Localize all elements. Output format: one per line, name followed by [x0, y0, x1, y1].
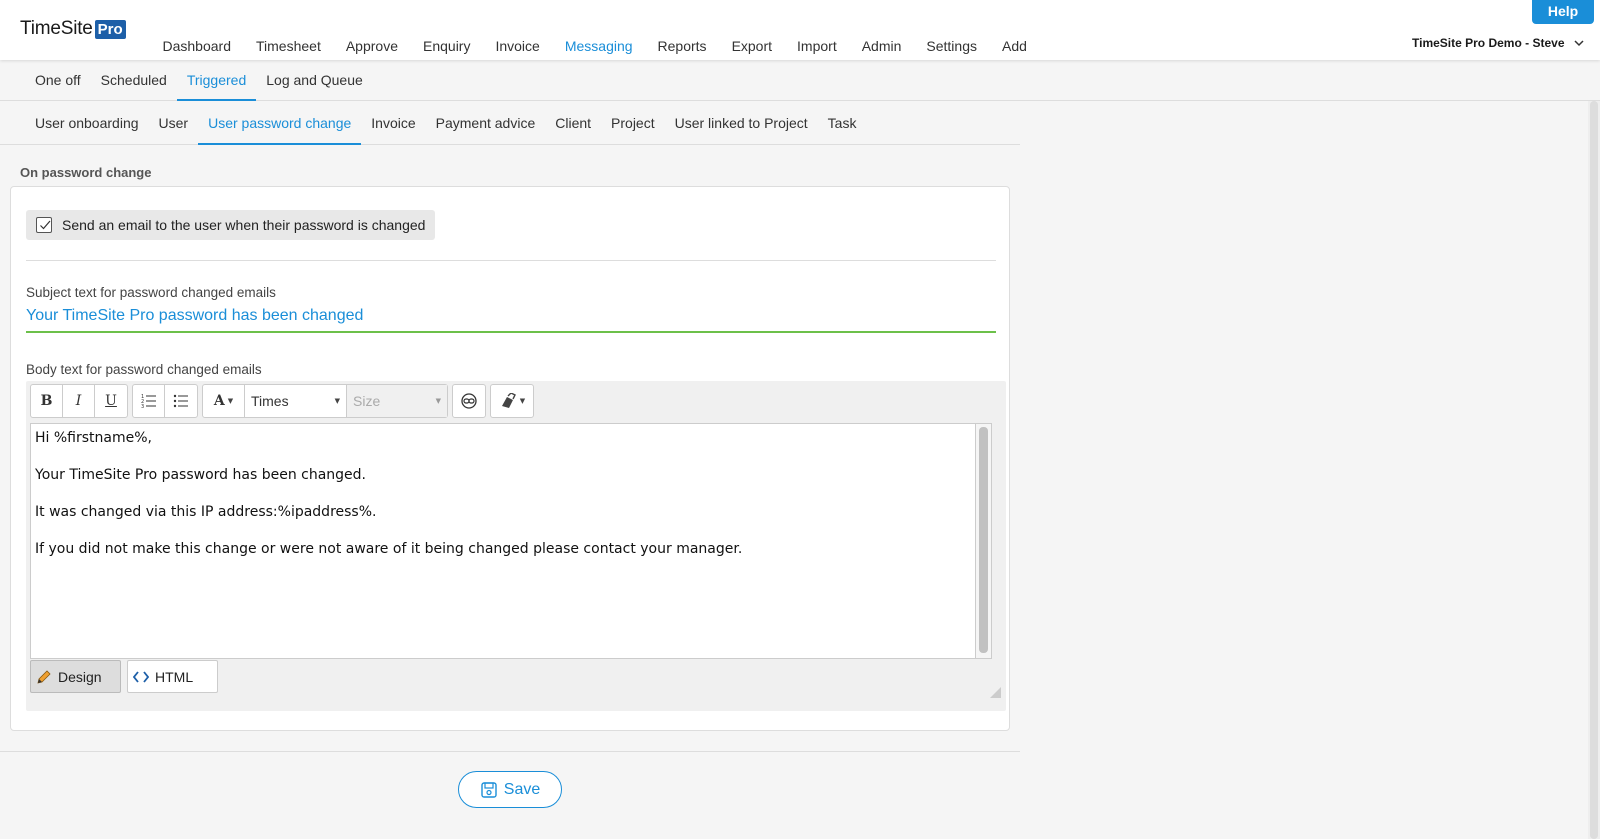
- tab-project[interactable]: Project: [601, 101, 665, 144]
- tab-user-password-change[interactable]: User password change: [198, 101, 362, 145]
- design-mode-label: Design: [58, 668, 102, 685]
- send-email-checkbox[interactable]: [36, 217, 52, 233]
- nav-settings[interactable]: Settings: [914, 38, 990, 54]
- tab-task[interactable]: Task: [818, 101, 867, 144]
- save-button[interactable]: Save: [458, 771, 562, 808]
- bold-icon[interactable]: B: [31, 385, 63, 417]
- clear-group: ▼: [490, 384, 534, 418]
- body-paragraph: It was changed via this IP address:%ipad…: [35, 504, 377, 520]
- footer-divider: [0, 751, 1020, 752]
- help-button[interactable]: Help: [1532, 0, 1594, 24]
- code-icon: [133, 670, 149, 683]
- nav-timesheet[interactable]: Timesheet: [244, 38, 334, 54]
- nav-approve[interactable]: Approve: [333, 38, 410, 54]
- trigger-type-tabs: User onboarding User User password chang…: [0, 101, 1020, 145]
- messaging-type-tabs: One off Scheduled Triggered Log and Queu…: [0, 60, 1600, 101]
- italic-icon[interactable]: I: [63, 385, 95, 417]
- user-menu-label: TimeSite Pro Demo - Steve: [1412, 36, 1565, 50]
- subject-label: Subject text for password changed emails: [26, 285, 276, 300]
- body-paragraph: If you did not make this change or were …: [35, 541, 743, 557]
- nav-invoice[interactable]: Invoice: [483, 38, 552, 54]
- divider: [26, 260, 996, 261]
- send-email-checkbox-label: Send an email to the user when their pas…: [62, 217, 426, 233]
- tab-one-off[interactable]: One off: [25, 60, 91, 100]
- chevron-down-icon: [1573, 40, 1584, 47]
- checkmark-icon: [40, 220, 51, 230]
- app-logo[interactable]: TimeSite Pro: [20, 18, 126, 40]
- brand-name: TimeSite: [20, 18, 93, 39]
- rich-text-editor: B I U 123 A ▼ Times ▼ Size ▼ ▼ Hi %first…: [26, 381, 1006, 711]
- link-icon[interactable]: [453, 385, 485, 417]
- pencil-icon: [37, 669, 51, 684]
- design-mode-button[interactable]: Design: [30, 660, 121, 693]
- html-mode-label: HTML: [155, 668, 194, 685]
- link-group: [452, 384, 486, 418]
- page-scrollbar[interactable]: [1588, 101, 1600, 839]
- main-nav: Dashboard Timesheet Approve Enquiry Invo…: [150, 38, 1039, 54]
- save-label: Save: [503, 780, 541, 798]
- list-group: 123: [132, 384, 198, 418]
- tab-client[interactable]: Client: [545, 101, 601, 144]
- tab-triggered[interactable]: Triggered: [176, 60, 257, 101]
- brand-badge: Pro: [94, 19, 126, 39]
- editor-scrollbar-thumb[interactable]: [979, 427, 988, 653]
- tab-invoice[interactable]: Invoice: [361, 101, 425, 144]
- nav-add[interactable]: Add: [990, 38, 1040, 54]
- font-name-select[interactable]: Times ▼: [245, 385, 347, 417]
- ordered-list-icon[interactable]: 123: [133, 385, 165, 417]
- unordered-list-icon[interactable]: [165, 385, 197, 417]
- subject-input[interactable]: [26, 301, 996, 333]
- editor-scrollbar[interactable]: [976, 423, 992, 659]
- top-header: TimeSite Pro Dashboard Timesheet Approve…: [0, 0, 1600, 60]
- nav-dashboard[interactable]: Dashboard: [150, 38, 244, 54]
- body-edit-area[interactable]: Hi %firstname%, Your TimeSite Pro passwo…: [30, 423, 976, 659]
- nav-export[interactable]: Export: [719, 38, 784, 54]
- page-scrollbar-thumb[interactable]: [1590, 101, 1598, 839]
- body-paragraph: Your TimeSite Pro password has been chan…: [35, 467, 366, 483]
- nav-enquiry[interactable]: Enquiry: [411, 38, 483, 54]
- tab-user[interactable]: User: [149, 101, 199, 144]
- format-group: B I U: [30, 384, 128, 418]
- tab-user-onboarding[interactable]: User onboarding: [25, 101, 149, 144]
- nav-import[interactable]: Import: [785, 38, 850, 54]
- font-size-placeholder: Size: [353, 393, 381, 409]
- nav-reports[interactable]: Reports: [645, 38, 719, 54]
- nav-messaging[interactable]: Messaging: [552, 38, 645, 54]
- tab-log-and-queue[interactable]: Log and Queue: [256, 60, 373, 100]
- resize-handle-icon[interactable]: [988, 685, 1002, 699]
- font-group: A ▼ Times ▼ Size ▼: [202, 384, 448, 418]
- body-label: Body text for password changed emails: [26, 362, 262, 377]
- tab-user-linked-to-project[interactable]: User linked to Project: [665, 101, 818, 144]
- clear-format-icon[interactable]: ▼: [491, 385, 533, 417]
- section-title: On password change: [20, 165, 152, 180]
- font-size-select[interactable]: Size ▼: [347, 385, 447, 417]
- tab-scheduled[interactable]: Scheduled: [91, 60, 177, 100]
- font-color-icon[interactable]: A ▼: [203, 385, 245, 417]
- nav-admin[interactable]: Admin: [849, 38, 914, 54]
- password-change-panel: Send an email to the user when their pas…: [10, 186, 1010, 731]
- save-icon: [481, 781, 497, 798]
- svg-text:3: 3: [141, 404, 144, 409]
- font-name-value: Times: [251, 393, 289, 409]
- user-menu[interactable]: TimeSite Pro Demo - Steve: [1412, 36, 1585, 50]
- send-email-checkbox-row[interactable]: Send an email to the user when their pas…: [26, 210, 436, 240]
- underline-icon[interactable]: U: [95, 385, 127, 417]
- editor-toolbar: B I U 123 A ▼ Times ▼ Size ▼ ▼: [30, 384, 538, 418]
- tab-payment-advice[interactable]: Payment advice: [426, 101, 546, 144]
- html-mode-button[interactable]: HTML: [127, 660, 218, 693]
- body-paragraph: Hi %firstname%,: [35, 430, 152, 446]
